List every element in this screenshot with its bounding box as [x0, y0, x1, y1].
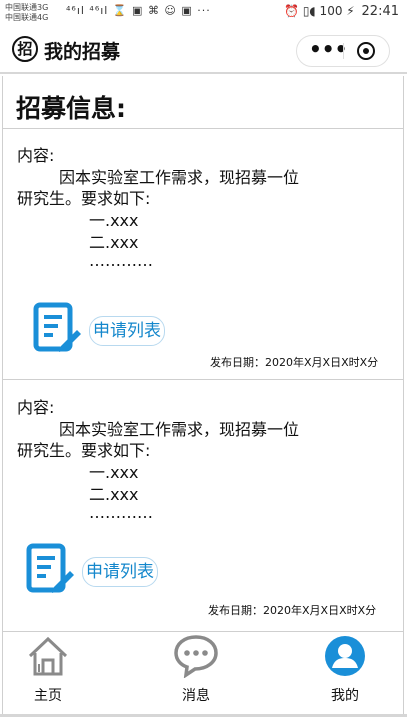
status-bar: 中国联通3G 中国联通4G ⁴⁶ıl ⁴⁶ıl ⌛ ▣ ⌘ ☺ ▣ ··· ⏰ … — [0, 0, 407, 26]
content-label: 内容: — [17, 146, 55, 165]
carrier-1: 中国联通3G — [5, 3, 49, 12]
menu-capsule: ••• — [296, 35, 390, 67]
tab-label-home: 主页 — [34, 688, 62, 704]
publish-date: 发布日期：2020年X月X日X时X分 — [210, 356, 379, 369]
chat-bubble-icon — [174, 635, 218, 678]
tab-label-mine: 我的 — [331, 688, 359, 704]
capsule-divider — [343, 43, 344, 59]
requirement-item: 一.xxx — [89, 211, 139, 230]
requirement-item: 二.xxx — [89, 233, 139, 252]
section-title: 招募信息: — [16, 94, 126, 123]
tab-messages[interactable]: 消息 — [156, 634, 236, 704]
tab-home[interactable]: 主页 — [8, 634, 88, 704]
user-avatar-icon — [325, 636, 365, 676]
more-icon[interactable]: ••• — [309, 39, 347, 62]
content-text-line: 研究生。要求如下: — [17, 189, 151, 208]
edit-document-icon[interactable] — [26, 543, 74, 597]
recruit-post-card: 内容: 因本实验室工作需求，现招募一位 研究生。要求如下: 一.xxx 二.xx… — [3, 129, 403, 380]
navigation-bar: 招 我的招募 ••• — [0, 26, 407, 74]
apply-list-button[interactable]: 申请列表 — [89, 316, 165, 346]
close-miniprogram-icon[interactable] — [357, 42, 375, 60]
carrier-info: 中国联通3G 中国联通4G — [5, 3, 48, 23]
status-icons: ⁴⁶ıl ⁴⁶ıl ⌛ ▣ ⌘ ☺ ▣ ··· — [66, 4, 211, 17]
recruit-logo-icon: 招 — [12, 36, 38, 62]
status-right: ⏰ ▯◖ 100 ⚡ 22:41 — [284, 4, 399, 19]
content-label: 内容: — [17, 398, 55, 417]
clock: 22:41 — [361, 4, 399, 19]
status-right-icons: ⏰ ▯◖ 100 ⚡ — [284, 4, 355, 18]
edit-document-icon[interactable] — [33, 302, 81, 356]
requirement-item: ………… — [89, 251, 153, 270]
requirement-item: 一.xxx — [89, 463, 139, 482]
requirement-item: ………… — [89, 503, 153, 522]
publish-date: 发布日期：2020年X月X日X时X分 — [208, 604, 377, 617]
content-text-line: 研究生。要求如下: — [17, 441, 151, 460]
apply-list-button[interactable]: 申请列表 — [82, 557, 158, 587]
home-icon — [28, 636, 68, 676]
tab-bar: 主页 消息 我的 — [3, 630, 403, 717]
tab-label-messages: 消息 — [182, 688, 210, 704]
carrier-2: 中国联通4G — [5, 13, 49, 22]
requirement-item: 二.xxx — [89, 485, 139, 504]
app-title: 我的招募 — [44, 41, 121, 63]
recruit-post-card: 内容: 因本实验室工作需求，现招募一位 研究生。要求如下: 一.xxx 二.xx… — [3, 381, 403, 632]
tab-mine[interactable]: 我的 — [305, 634, 385, 704]
